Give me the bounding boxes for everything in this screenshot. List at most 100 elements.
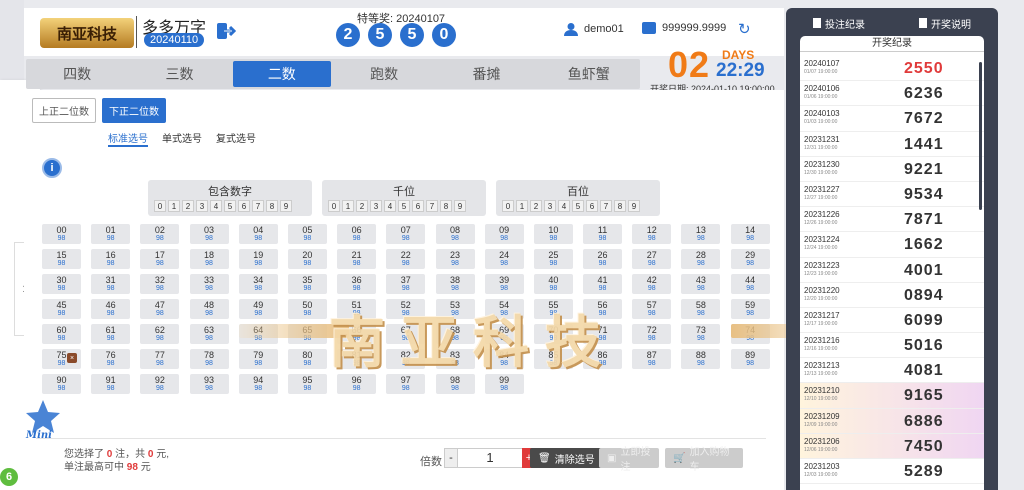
- number-cell[interactable]: 52 98: [386, 299, 426, 319]
- digit-button[interactable]: 4: [558, 200, 570, 212]
- number-cell[interactable]: 19 98: [238, 249, 278, 269]
- close-icon[interactable]: ×: [67, 353, 77, 363]
- mode-multiple[interactable]: 复式选号: [216, 130, 256, 147]
- number-cell[interactable]: 87 98: [632, 349, 672, 369]
- number-cell[interactable]: 79 98: [238, 349, 278, 369]
- subtab-upper-2d[interactable]: 上正二位数: [32, 98, 96, 123]
- number-cell[interactable]: 08 98: [435, 224, 475, 244]
- number-cell[interactable]: 42 98: [632, 274, 672, 294]
- number-cell[interactable]: 50 98: [287, 299, 327, 319]
- number-cell[interactable]: 44 98: [730, 274, 770, 294]
- number-cell[interactable]: 31 98: [91, 274, 131, 294]
- digit-button[interactable]: 0: [502, 200, 514, 212]
- number-cell[interactable]: 46 98: [91, 299, 131, 319]
- number-cell[interactable]: 66 98: [337, 324, 377, 344]
- number-cell[interactable]: 73 98: [681, 324, 721, 344]
- clear-selection-button[interactable]: 🗑 清除选号: [530, 448, 603, 468]
- number-cell[interactable]: 99 98: [484, 374, 524, 394]
- number-cell[interactable]: 14 98: [730, 224, 770, 244]
- number-cell[interactable]: 56 98: [583, 299, 623, 319]
- logout-icon[interactable]: [216, 22, 238, 42]
- number-cell[interactable]: 32 98: [140, 274, 180, 294]
- number-cell[interactable]: 77 98: [140, 349, 180, 369]
- number-cell[interactable]: 38 98: [435, 274, 475, 294]
- number-cell[interactable]: 20 98: [287, 249, 327, 269]
- digit-button[interactable]: 9: [628, 200, 640, 212]
- number-cell[interactable]: 89 98: [730, 349, 770, 369]
- number-cell[interactable]: 67 98: [386, 324, 426, 344]
- number-cell[interactable]: 26 98: [583, 249, 623, 269]
- number-cell[interactable]: 12 98: [632, 224, 672, 244]
- digit-button[interactable]: 1: [516, 200, 528, 212]
- number-cell[interactable]: 23 98: [435, 249, 475, 269]
- number-cell[interactable]: 07 98: [386, 224, 426, 244]
- digit-button[interactable]: 9: [280, 200, 292, 212]
- number-cell[interactable]: 06 98: [337, 224, 377, 244]
- number-cell[interactable]: 10 98: [533, 224, 573, 244]
- number-cell[interactable]: 68 98: [435, 324, 475, 344]
- digit-button[interactable]: 1: [342, 200, 354, 212]
- subtab-lower-2d[interactable]: 下正二位数: [102, 98, 166, 123]
- number-cell[interactable]: 54 98: [484, 299, 524, 319]
- number-cell[interactable]: 78 98: [189, 349, 229, 369]
- bet-record-link[interactable]: 投注纪录: [813, 16, 865, 31]
- refresh-icon[interactable]: ↻: [738, 20, 751, 38]
- number-cell[interactable]: 53 98: [435, 299, 475, 319]
- number-cell[interactable]: 61 98: [91, 324, 131, 344]
- number-cell[interactable]: 76 98: [91, 349, 131, 369]
- number-cell[interactable]: 17 98: [140, 249, 180, 269]
- history-scrollbar[interactable]: [979, 62, 982, 210]
- number-cell[interactable]: 18 98: [189, 249, 229, 269]
- tab-fish-prawn-crab[interactable]: 鱼虾蟹: [540, 61, 638, 87]
- digit-button[interactable]: 0: [154, 200, 166, 212]
- number-cell[interactable]: 28 98: [681, 249, 721, 269]
- digit-button[interactable]: 6: [412, 200, 424, 212]
- number-cell[interactable]: 33 98: [189, 274, 229, 294]
- digit-button[interactable]: 6: [586, 200, 598, 212]
- number-cell[interactable]: 93 98: [189, 374, 229, 394]
- number-cell[interactable]: 25 98: [533, 249, 573, 269]
- mode-standard[interactable]: 标准选号: [108, 130, 148, 147]
- number-cell[interactable]: 91 98: [91, 374, 131, 394]
- number-cell[interactable]: 35 98: [287, 274, 327, 294]
- number-cell[interactable]: 98 98: [435, 374, 475, 394]
- number-cell[interactable]: 96 98: [337, 374, 377, 394]
- number-cell[interactable]: 30 98: [42, 274, 81, 294]
- number-cell[interactable]: 82 98: [386, 349, 426, 369]
- number-cell[interactable]: 62 98: [140, 324, 180, 344]
- digit-button[interactable]: 3: [196, 200, 208, 212]
- number-cell[interactable]: 49 98: [238, 299, 278, 319]
- decrement-button[interactable]: -: [444, 448, 458, 468]
- digit-button[interactable]: 0: [328, 200, 340, 212]
- number-cell[interactable]: 94 98: [238, 374, 278, 394]
- number-cell[interactable]: 39 98: [484, 274, 524, 294]
- number-cell[interactable]: 04 98: [238, 224, 278, 244]
- digit-button[interactable]: 1: [168, 200, 180, 212]
- add-to-cart-button[interactable]: 🛒 加入购物车: [665, 447, 743, 473]
- number-cell[interactable]: 03 98: [189, 224, 229, 244]
- number-cell[interactable]: 65 98: [287, 324, 327, 344]
- number-cell[interactable]: 43 98: [681, 274, 721, 294]
- digit-button[interactable]: 9: [454, 200, 466, 212]
- tab-3d[interactable]: 三数: [130, 61, 228, 87]
- number-cell[interactable]: 60 98: [42, 324, 81, 344]
- digit-button[interactable]: 8: [440, 200, 452, 212]
- digit-button[interactable]: 7: [600, 200, 612, 212]
- number-cell[interactable]: 58 98: [681, 299, 721, 319]
- tab-2d[interactable]: 二数: [232, 61, 331, 87]
- digit-button[interactable]: 2: [530, 200, 542, 212]
- digit-button[interactable]: 5: [572, 200, 584, 212]
- number-cell[interactable]: 55 98: [533, 299, 573, 319]
- number-cell[interactable]: 47 98: [140, 299, 180, 319]
- number-cell[interactable]: 72 98: [632, 324, 672, 344]
- tab-4d[interactable]: 四数: [28, 61, 126, 87]
- number-cell[interactable]: 69 98: [484, 324, 524, 344]
- tab-fantan[interactable]: 番摊: [437, 61, 535, 87]
- digit-button[interactable]: 8: [614, 200, 626, 212]
- digit-button[interactable]: 7: [426, 200, 438, 212]
- digit-button[interactable]: 2: [182, 200, 194, 212]
- tab-run[interactable]: 跑数: [335, 61, 433, 87]
- digit-button[interactable]: 7: [252, 200, 264, 212]
- digit-button[interactable]: 6: [238, 200, 250, 212]
- number-cell[interactable]: 01 98: [91, 224, 131, 244]
